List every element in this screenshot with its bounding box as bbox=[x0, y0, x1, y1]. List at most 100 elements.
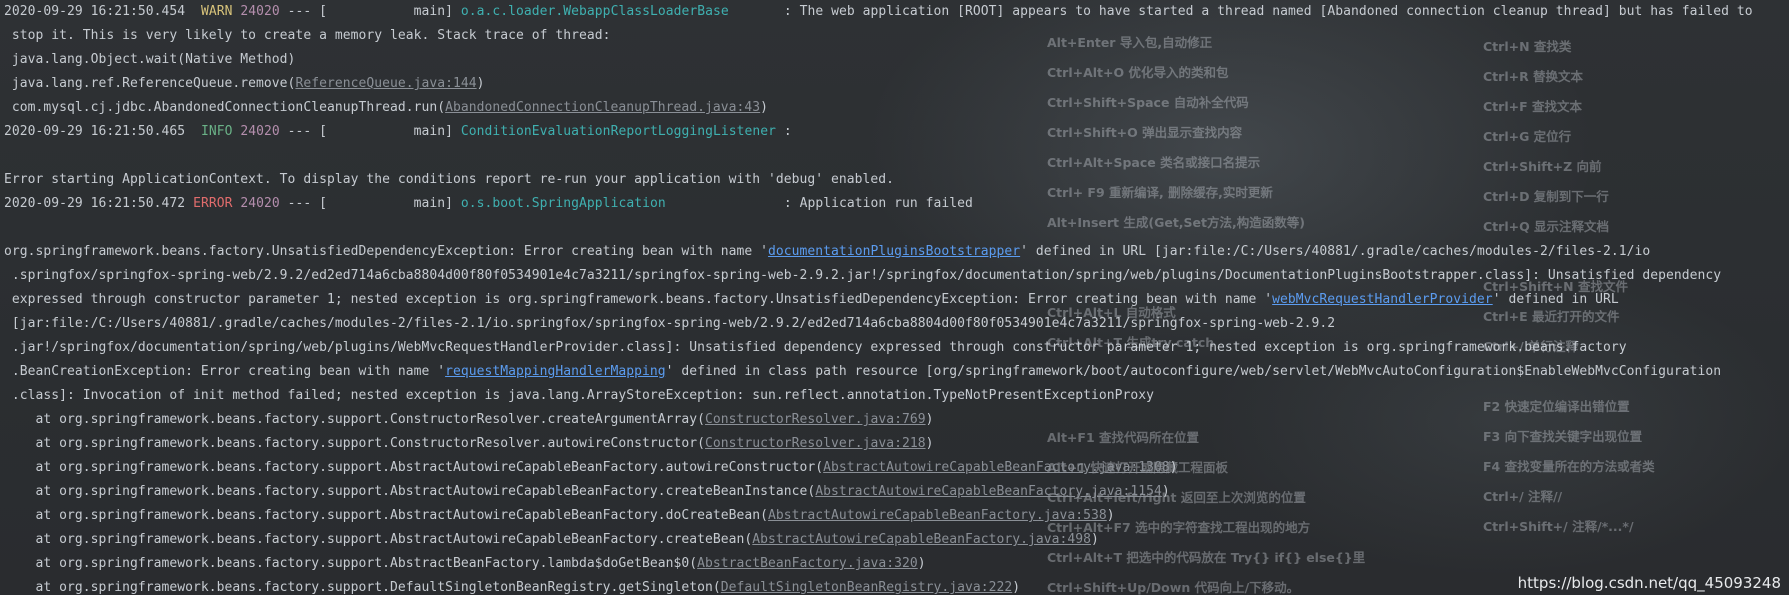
shortcut-text: Alt+Enter 导入包,自动修正 bbox=[1047, 35, 1213, 50]
log-line: Error starting ApplicationContext. To di… bbox=[4, 172, 895, 187]
exception-text: expressed through constructor parameter … bbox=[4, 292, 1273, 307]
stack-frame-text: java.lang.Object.wait(Native Method) bbox=[4, 52, 296, 67]
exception-text: ' defined in class path resource [org/sp… bbox=[665, 364, 1722, 379]
bean-name-link[interactable]: documentationPluginsBootstrapper bbox=[768, 244, 1020, 259]
log-level-warn: WARN bbox=[200, 4, 233, 19]
shortcut-text: Ctrl+Shift+Up/Down 代码向上/下移动。 bbox=[1047, 580, 1300, 595]
log-separator: --- [ bbox=[279, 124, 327, 139]
stack-frame: at org.springframework.beans.factory.sup… bbox=[4, 480, 1170, 504]
source-link[interactable]: AbandonedConnectionCleanupThread.java:43 bbox=[445, 100, 760, 115]
source-link[interactable]: AbstractBeanFactory.java:320 bbox=[697, 556, 918, 571]
log-pid: 24020 bbox=[240, 124, 280, 139]
shortcut-text: Ctrl+D 复制到下一行 bbox=[1483, 189, 1609, 204]
exception-line: expressed through constructor parameter … bbox=[4, 288, 1619, 312]
log-line-warn: 2020-09-29 16:21:50.454 WARN 24020 --- [… bbox=[4, 0, 1753, 24]
stack-frame: at org.springframework.beans.factory.sup… bbox=[4, 456, 1178, 480]
stack-frame-close: ) bbox=[925, 436, 934, 451]
exception-line: .class]: Invocation of init method faile… bbox=[4, 388, 1154, 403]
log-message: : The web application [ROOT] appears to … bbox=[783, 4, 1753, 19]
source-link[interactable]: AbstractAutowireCapableBeanFactory.java:… bbox=[823, 460, 1170, 475]
exception-line: .BeanCreationException: Error creating b… bbox=[4, 360, 1721, 384]
shortcut-text: Ctrl+R 替换文本 bbox=[1483, 69, 1584, 84]
log-thread: main] bbox=[327, 196, 461, 211]
log-logger: o.s.boot.SpringApplication bbox=[460, 196, 784, 211]
stack-frame-text: at org.springframework.beans.factory.sup… bbox=[4, 484, 816, 499]
shortcut-text: Alt+Insert 生成(Get,Set方法,构造函数等) bbox=[1047, 215, 1305, 230]
stack-frame-text: at org.springframework.beans.factory.sup… bbox=[4, 532, 753, 547]
log-line-info: 2020-09-29 16:21:50.465 INFO 24020 --- [… bbox=[4, 120, 792, 144]
stack-frame-text: at org.springframework.beans.factory.sup… bbox=[4, 436, 706, 451]
log-thread: main] bbox=[327, 124, 461, 139]
watermark-text: https://blog.csdn.net/qq_45093248 bbox=[1517, 574, 1781, 592]
stack-frame-close: ) bbox=[1106, 508, 1115, 523]
stack-frame-text: com.mysql.cj.jdbc.AbandonedConnectionCle… bbox=[4, 100, 446, 115]
stack-frame-text: at org.springframework.beans.factory.sup… bbox=[4, 508, 769, 523]
log-logger: o.a.c.loader.WebappClassLoaderBase bbox=[460, 4, 784, 19]
log-logger: ConditionEvaluationReportLoggingListener bbox=[460, 124, 776, 139]
stack-frame-close: ) bbox=[1012, 580, 1021, 595]
exception-line: .jar!/springfox/documentation/spring/web… bbox=[4, 340, 1627, 355]
bean-name-link[interactable]: webMvcRequestHandlerProvider bbox=[1272, 292, 1493, 307]
shortcut-text: Ctrl+Shift+Z 向前 bbox=[1483, 159, 1602, 174]
log-line: stop it. This is very likely to create a… bbox=[4, 28, 611, 43]
exception-text: ' defined in URL [jar:file:/C:/Users/408… bbox=[1020, 244, 1651, 259]
stack-frame-close: ) bbox=[476, 76, 485, 91]
source-link[interactable]: AbstractAutowireCapableBeanFactory.java:… bbox=[815, 484, 1162, 499]
log-thread: main] bbox=[327, 4, 461, 19]
stack-frame: at org.springframework.beans.factory.sup… bbox=[4, 432, 934, 456]
shortcut-text: F4 查找变量所在的方法或者类 bbox=[1483, 459, 1655, 474]
stack-frame-text: java.lang.ref.ReferenceQueue.remove( bbox=[4, 76, 296, 91]
source-link[interactable]: AbstractAutowireCapableBeanFactory.java:… bbox=[752, 532, 1091, 547]
log-message: : Application run failed bbox=[783, 196, 973, 211]
source-link[interactable]: ConstructorResolver.java:218 bbox=[705, 436, 926, 451]
shortcut-text: F2 快速定位编译出错位置 bbox=[1483, 399, 1630, 414]
exception-text: org.springframework.beans.factory.Unsati… bbox=[4, 244, 769, 259]
stack-frame-text: at org.springframework.beans.factory.sup… bbox=[4, 460, 824, 475]
log-level-error: ERROR bbox=[193, 196, 233, 211]
stack-frame: at org.springframework.beans.factory.sup… bbox=[4, 408, 934, 432]
log-timestamp: 2020-09-29 16:21:50.454 bbox=[4, 4, 186, 19]
source-link[interactable]: ConstructorResolver.java:769 bbox=[705, 412, 926, 427]
shortcut-text: Ctrl+Shift+O 弹出显示查找内容 bbox=[1047, 125, 1243, 140]
exception-line: .springfox/springfox-spring-web/2.9.2/ed… bbox=[4, 268, 1722, 283]
stack-frame: at org.springframework.beans.factory.sup… bbox=[4, 504, 1115, 528]
log-level-info: INFO bbox=[200, 124, 233, 139]
stack-frame: at org.springframework.beans.factory.sup… bbox=[4, 528, 1099, 552]
stack-frame-close: ) bbox=[1091, 532, 1099, 547]
exception-text: ' defined in URL bbox=[1492, 292, 1619, 307]
log-separator: --- [ bbox=[279, 4, 327, 19]
stack-frame-close: ) bbox=[1161, 484, 1170, 499]
log-line-error: 2020-09-29 16:21:50.472 ERROR 24020 --- … bbox=[4, 192, 973, 216]
shortcut-text: Ctrl+Shift+Space 自动补全代码 bbox=[1047, 95, 1249, 110]
exception-line: [jar:file:/C:/Users/40881/.gradle/caches… bbox=[4, 316, 1336, 331]
console-output-panel[interactable]: Alt+Enter 导入包,自动修正 Ctrl+Alt+O 优化导入的类和包 C… bbox=[0, 0, 1789, 595]
stack-frame: java.lang.ref.ReferenceQueue.remove(Refe… bbox=[4, 72, 485, 96]
stack-frame: java.lang.Object.wait(Native Method) bbox=[4, 48, 296, 72]
source-link[interactable]: AbstractAutowireCapableBeanFactory.java:… bbox=[768, 508, 1107, 523]
stack-frame-close: ) bbox=[760, 100, 769, 115]
source-link[interactable]: DefaultSingletonBeanRegistry.java:222 bbox=[721, 580, 1012, 595]
shortcut-text: Ctrl+N 查找类 bbox=[1483, 39, 1572, 54]
source-link[interactable]: ReferenceQueue.java:144 bbox=[295, 76, 476, 91]
log-timestamp: 2020-09-29 16:21:50.465 bbox=[4, 124, 186, 139]
log-pid: 24020 bbox=[240, 4, 280, 19]
shortcut-text: Ctrl+Shift+/ 注释/*...*/ bbox=[1483, 519, 1634, 534]
log-separator: --- [ bbox=[279, 196, 327, 211]
stack-frame: at org.springframework.beans.factory.sup… bbox=[4, 552, 926, 576]
shortcut-text: Ctrl+G 定位行 bbox=[1483, 129, 1572, 144]
stack-frame-text: at org.springframework.beans.factory.sup… bbox=[4, 412, 706, 427]
shortcut-text: Ctrl+Q 显示注释文档 bbox=[1483, 219, 1610, 234]
stack-frame: at org.springframework.beans.factory.sup… bbox=[4, 576, 1021, 595]
stack-frame-close: ) bbox=[1169, 460, 1178, 475]
stack-frame-close: ) bbox=[917, 556, 926, 571]
log-pid: 24020 bbox=[240, 196, 280, 211]
shortcut-text: Ctrl+ F9 重新编译, 删除缓存,实时更新 bbox=[1047, 185, 1273, 200]
shortcut-text: Ctrl+Alt+O 优化导入的类和包 bbox=[1047, 65, 1229, 80]
stack-frame-text: at org.springframework.beans.factory.sup… bbox=[4, 556, 698, 571]
shortcut-text: Ctrl+/ 注释// bbox=[1483, 489, 1563, 504]
exception-line: org.springframework.beans.factory.Unsati… bbox=[4, 240, 1650, 264]
stack-frame-close: ) bbox=[925, 412, 934, 427]
shortcut-text: Ctrl+Alt+Space 类名或接口名提示 bbox=[1047, 155, 1261, 170]
bean-name-link[interactable]: requestMappingHandlerMapping bbox=[445, 364, 666, 379]
stack-frame: com.mysql.cj.jdbc.AbandonedConnectionCle… bbox=[4, 96, 768, 120]
